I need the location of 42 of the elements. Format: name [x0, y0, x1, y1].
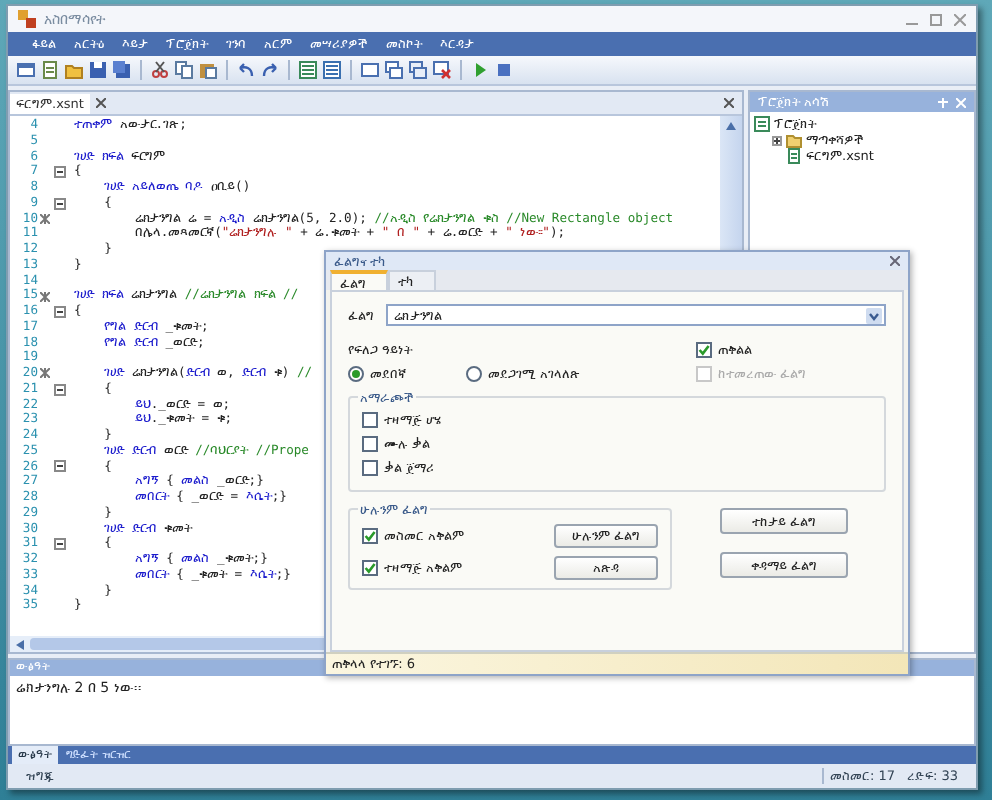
- window-icon[interactable]: [360, 60, 380, 80]
- radio-button[interactable]: [466, 366, 482, 382]
- app-icon: [18, 10, 36, 28]
- collapse-icon[interactable]: [53, 305, 65, 318]
- square-icon[interactable]: [494, 60, 514, 80]
- maximize-icon[interactable]: [930, 13, 942, 25]
- expand-icon[interactable]: [772, 135, 782, 145]
- copy-icon[interactable]: [174, 60, 194, 80]
- close-icon[interactable]: [95, 98, 106, 108]
- scroll-up-icon: [726, 122, 736, 130]
- disks-icon[interactable]: [112, 60, 132, 80]
- collapse-icon[interactable]: [53, 166, 65, 179]
- folder-icon: [786, 132, 802, 148]
- play-icon[interactable]: [470, 60, 490, 80]
- checkbox[interactable]: [362, 460, 378, 476]
- close-icon[interactable]: [954, 13, 966, 25]
- undo-icon[interactable]: [236, 60, 256, 80]
- project-icon: [754, 116, 770, 132]
- close-icon[interactable]: [724, 98, 734, 108]
- checkbox[interactable]: [362, 436, 378, 452]
- document-icon: [786, 148, 802, 164]
- collapse-icon[interactable]: [53, 538, 65, 551]
- list-icon[interactable]: [298, 60, 318, 80]
- dropdown-icon: [866, 307, 882, 323]
- scroll-left-icon: [16, 639, 24, 649]
- list-icon[interactable]: [322, 60, 342, 80]
- redo-icon[interactable]: [260, 60, 280, 80]
- checkbox[interactable]: [362, 528, 378, 544]
- checkbox[interactable]: [362, 560, 378, 576]
- checkbox[interactable]: [696, 342, 712, 358]
- radio-button[interactable]: [348, 366, 364, 382]
- folder-icon[interactable]: [64, 60, 84, 80]
- collapse-icon[interactable]: [53, 460, 65, 473]
- collapse-icon[interactable]: [53, 197, 65, 210]
- window-error-icon[interactable]: [432, 60, 452, 80]
- document-icon[interactable]: [40, 60, 60, 80]
- collapse-icon[interactable]: [53, 383, 65, 396]
- paste-icon[interactable]: [198, 60, 218, 80]
- window-icon[interactable]: [16, 60, 36, 80]
- scissors-icon[interactable]: [150, 60, 170, 80]
- checkbox[interactable]: [362, 412, 378, 428]
- close-icon[interactable]: [890, 256, 900, 266]
